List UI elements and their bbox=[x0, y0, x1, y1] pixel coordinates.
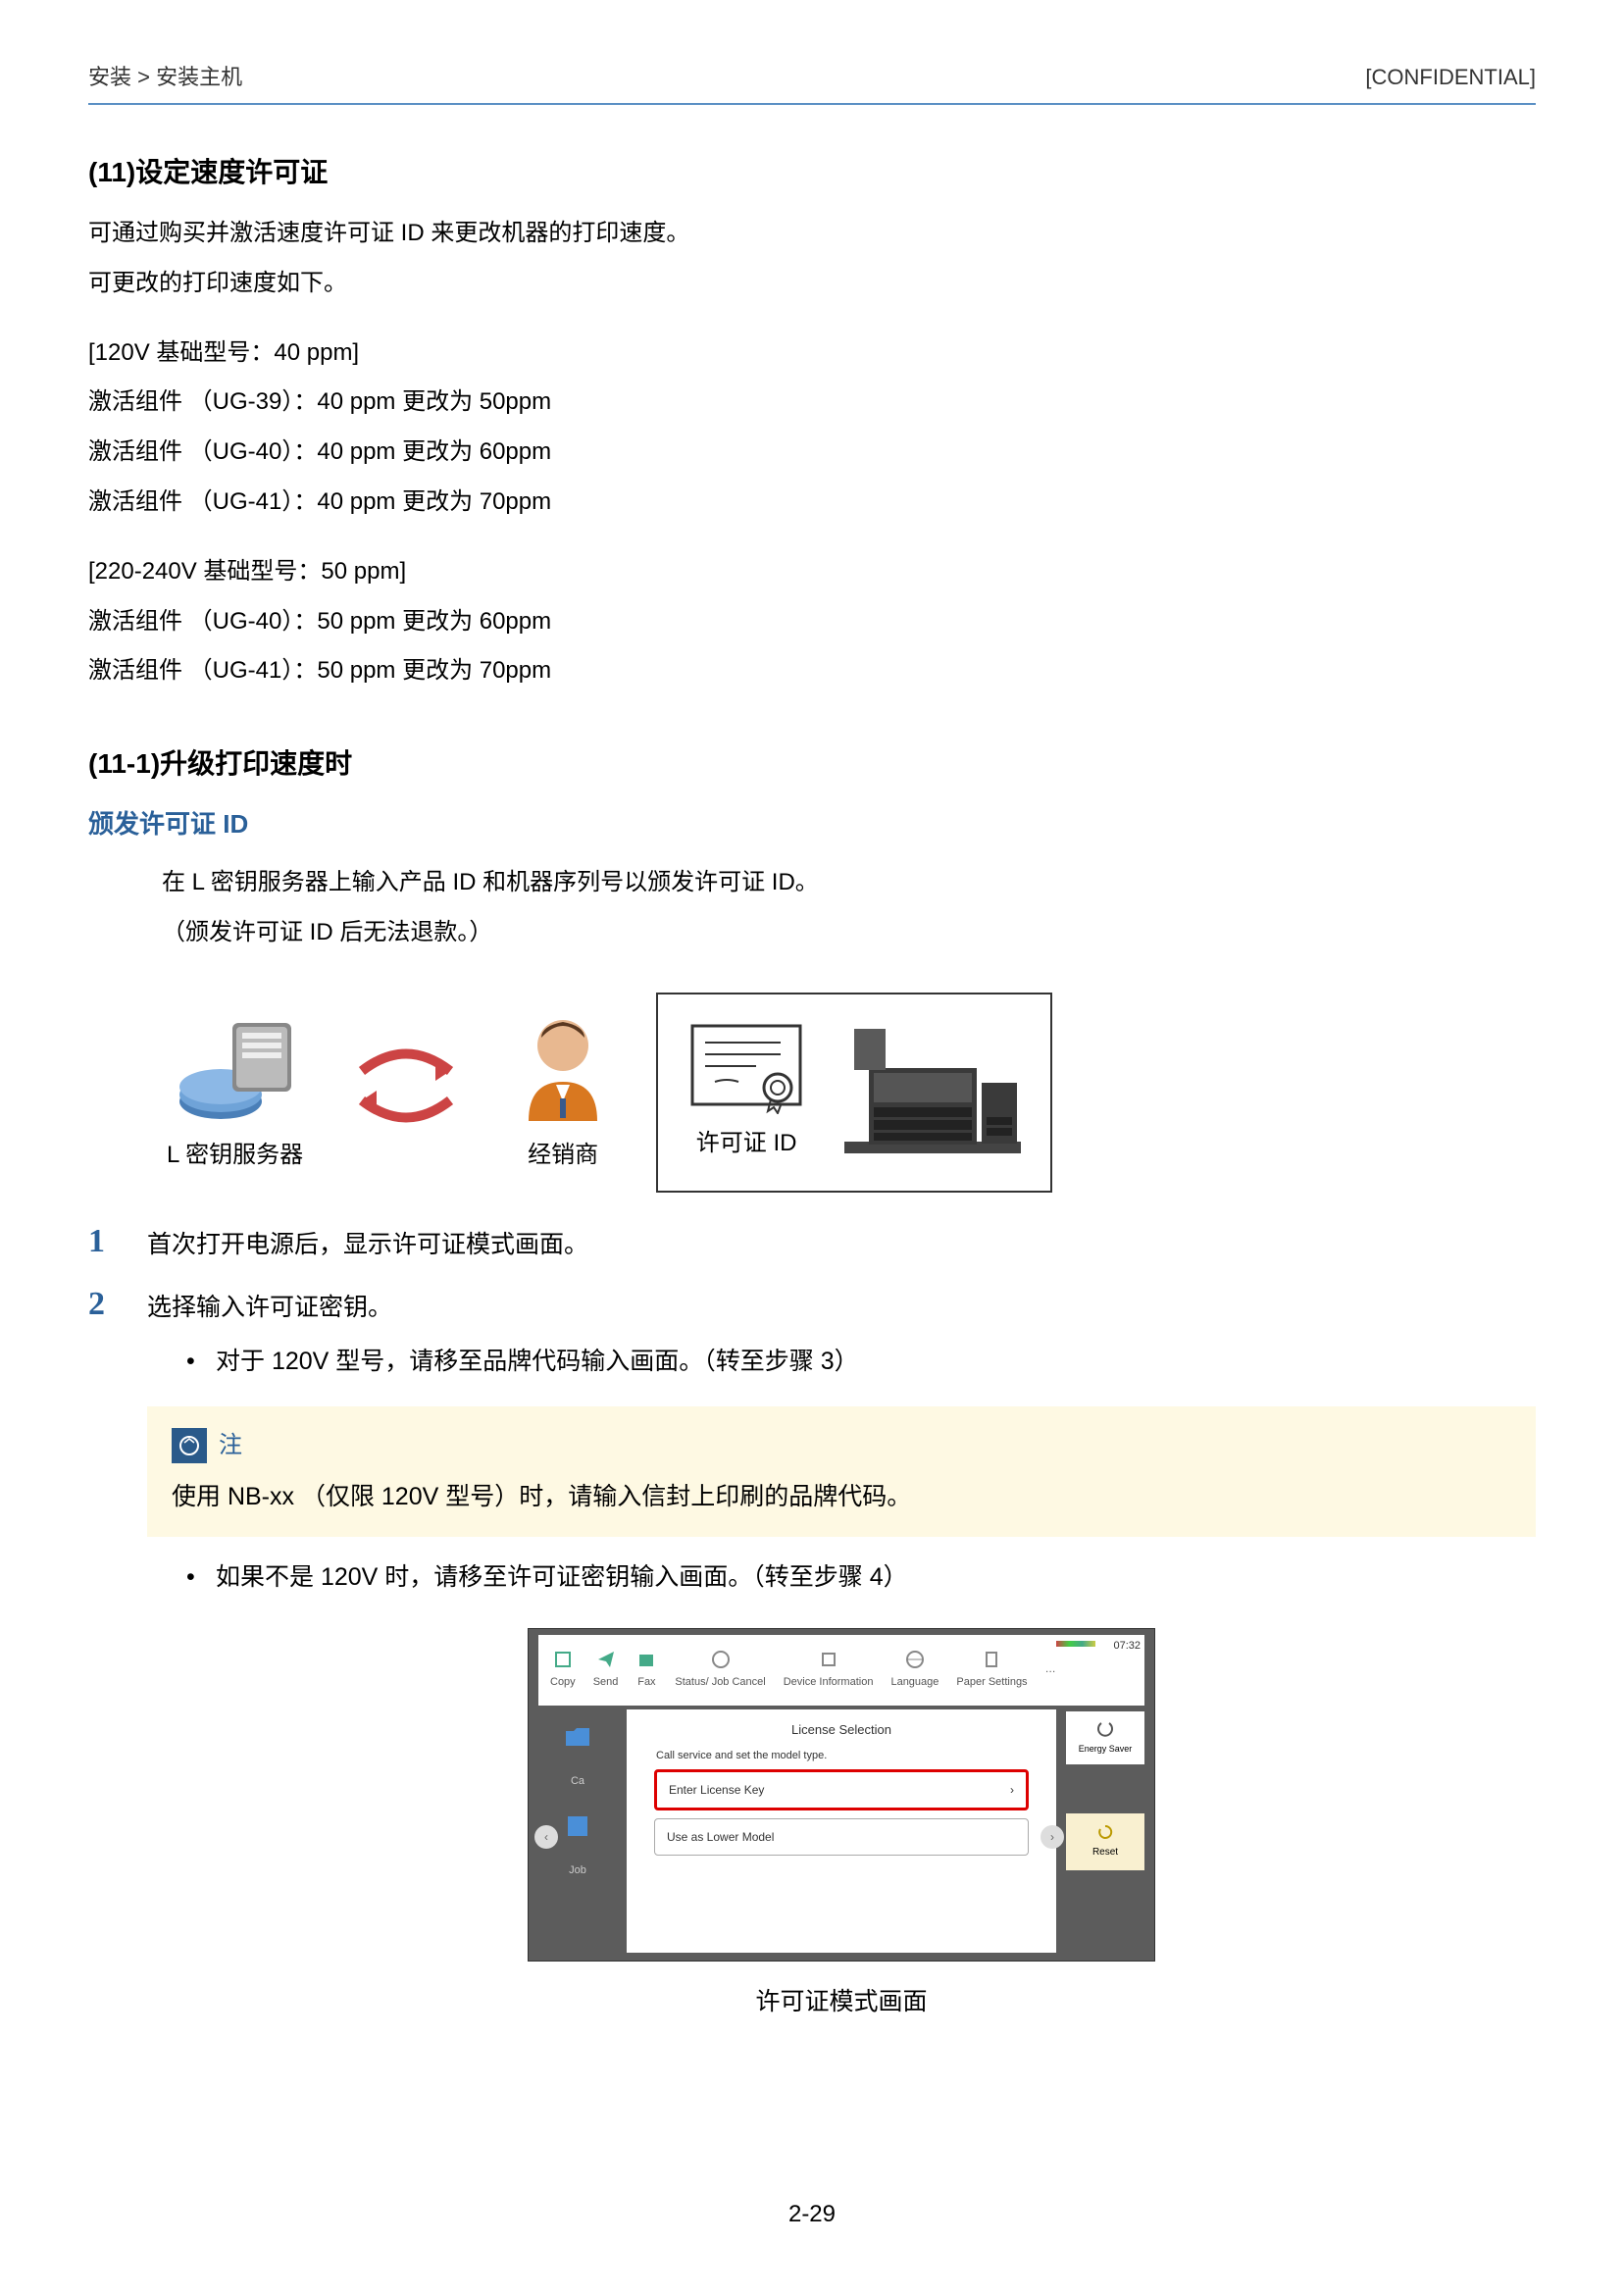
toolbar-more[interactable]: … bbox=[1045, 1660, 1056, 1679]
dealer-label: 经销商 bbox=[528, 1136, 598, 1176]
license-label: 许可证 ID bbox=[696, 1124, 797, 1164]
confidential-label: [CONFIDENTIAL] bbox=[1365, 59, 1536, 95]
toolbar-send[interactable]: Send bbox=[593, 1649, 619, 1692]
indent-block: 在 L 密钥服务器上输入产品 ID 和机器序列号以颁发许可证 ID。 （颁发许可… bbox=[88, 863, 1536, 953]
toolbar-copy[interactable]: Copy bbox=[550, 1649, 576, 1692]
section-11-title: (11)设定速度许可证 bbox=[88, 149, 1536, 196]
job-icon[interactable] bbox=[562, 1810, 593, 1842]
panel-title: License Selection bbox=[627, 1709, 1056, 1747]
license-box: 许可证 ID bbox=[656, 993, 1052, 1193]
section-11-intro-1: 可通过购买并激活速度许可证 ID 来更改机器的打印速度。 bbox=[88, 214, 1536, 254]
printer-icon bbox=[844, 1014, 1021, 1171]
step-2: 2 选择输入许可证密钥。 • 对于 120V 型号，请移至品牌代码输入画面。（转… bbox=[88, 1285, 1536, 2022]
note-box: 注 使用 NB-xx （仅限 120V 型号）时，请输入信封上印刷的品牌代码。 bbox=[147, 1406, 1536, 1537]
bullet-icon: • bbox=[186, 1341, 216, 1383]
group-2-line-1: 激活组件 （UG-41）：50 ppm 更改为 70ppm bbox=[88, 651, 1536, 691]
enter-license-key-button[interactable]: Enter License Key › bbox=[654, 1769, 1029, 1810]
note-label: 注 bbox=[219, 1426, 242, 1466]
chevron-right-icon: › bbox=[1010, 1780, 1014, 1800]
right-sidebar: Energy Saver Reset bbox=[1066, 1711, 1144, 1953]
group-1-line-1: 激活组件 （UG-40）：40 ppm 更改为 60ppm bbox=[88, 433, 1536, 473]
group-1-line-0: 激活组件 （UG-39）：40 ppm 更改为 50ppm bbox=[88, 382, 1536, 423]
step-2-text: 选择输入许可证密钥。 bbox=[147, 1287, 1536, 1329]
screenshot-area: 07:32 Copy Send Fax Status/ Job Cancel D… bbox=[147, 1628, 1536, 2023]
note-icon bbox=[172, 1428, 207, 1463]
toolbar-fax[interactable]: Fax bbox=[635, 1649, 657, 1692]
step-2-bullet-2-text: 如果不是 120V 时，请移至许可证密钥输入画面。（转至步骤 4） bbox=[216, 1556, 908, 1599]
toolbar-paper[interactable]: Paper Settings bbox=[956, 1649, 1027, 1692]
diagram-server: L 密钥服务器 bbox=[167, 1008, 303, 1176]
step-2-bullet-1-text: 对于 120V 型号，请移至品牌代码输入画面。（转至步骤 3） bbox=[216, 1341, 859, 1383]
toolbar-device-info[interactable]: Device Information bbox=[784, 1649, 874, 1692]
energy-saver-button[interactable]: Energy Saver bbox=[1066, 1711, 1144, 1764]
step-1-num: 1 bbox=[88, 1222, 147, 1262]
group-1-header: [120V 基础型号：40 ppm] bbox=[88, 333, 1536, 374]
group-1-line-2: 激活组件 （UG-41）：40 ppm 更改为 70ppm bbox=[88, 483, 1536, 523]
license-mode-screenshot: 07:32 Copy Send Fax Status/ Job Cancel D… bbox=[528, 1628, 1155, 1962]
screenshot-caption: 许可证模式画面 bbox=[755, 1981, 927, 2023]
person-icon bbox=[509, 1008, 617, 1126]
folder-icon[interactable] bbox=[562, 1721, 593, 1753]
license-panel: License Selection Call service and set t… bbox=[627, 1709, 1056, 1953]
arrows-icon bbox=[342, 1032, 470, 1153]
step-2-bullet-1: • 对于 120V 型号，请移至品牌代码输入画面。（转至步骤 3） bbox=[147, 1341, 1536, 1383]
toolbar-language[interactable]: Language bbox=[890, 1649, 939, 1692]
breadcrumb: 安装 > 安装主机 bbox=[88, 59, 242, 95]
side-left-0: Ca bbox=[571, 1772, 584, 1791]
step-2-bullet-2: • 如果不是 120V 时，请移至许可证密钥输入画面。（转至步骤 4） bbox=[147, 1556, 1536, 1599]
page-number: 2-29 bbox=[0, 2195, 1624, 2235]
top-toolbar: Copy Send Fax Status/ Job Cancel Device … bbox=[538, 1635, 1144, 1706]
note-header: 注 bbox=[172, 1426, 1511, 1466]
group-2-header: [220-240V 基础型号：50 ppm] bbox=[88, 552, 1536, 592]
step-2-num: 2 bbox=[88, 1285, 147, 1325]
status-color-bar bbox=[1056, 1641, 1095, 1647]
page-header: 安装 > 安装主机 [CONFIDENTIAL] bbox=[88, 59, 1536, 105]
reset-button[interactable]: Reset bbox=[1066, 1813, 1144, 1870]
diagram-dealer: 经销商 bbox=[509, 1008, 617, 1176]
clock-text: 07:32 bbox=[1113, 1637, 1141, 1656]
indent-line-2: （颁发许可证 ID 后无法退款。） bbox=[162, 913, 1536, 953]
bullet-icon: • bbox=[186, 1556, 216, 1599]
certificate-icon bbox=[687, 1021, 805, 1114]
issue-license-heading: 颁发许可证 ID bbox=[88, 802, 1536, 845]
note-text: 使用 NB-xx （仅限 120V 型号）时，请输入信封上印刷的品牌代码。 bbox=[172, 1476, 1511, 1518]
use-lower-model-button[interactable]: Use as Lower Model bbox=[654, 1818, 1029, 1856]
step-1-text: 首次打开电源后，显示许可证模式画面。 bbox=[147, 1222, 1536, 1266]
section-11-1-title: (11-1)升级打印速度时 bbox=[88, 740, 1536, 788]
toolbar-status[interactable]: Status/ Job Cancel bbox=[675, 1649, 765, 1692]
server-label: L 密钥服务器 bbox=[167, 1136, 303, 1176]
panel-subtitle: Call service and set the model type. bbox=[627, 1747, 1056, 1765]
diagram-row: L 密钥服务器 经销商 bbox=[88, 993, 1536, 1193]
nav-left-button[interactable]: ‹ bbox=[534, 1825, 558, 1849]
nav-right-button[interactable]: › bbox=[1040, 1825, 1064, 1849]
server-icon bbox=[172, 1008, 299, 1126]
group-2-line-0: 激活组件 （UG-40）：50 ppm 更改为 60ppm bbox=[88, 602, 1536, 642]
step-2-content: 选择输入许可证密钥。 • 对于 120V 型号，请移至品牌代码输入画面。（转至步… bbox=[147, 1285, 1536, 2022]
side-left-1: Job bbox=[569, 1861, 586, 1880]
section-11-intro-2: 可更改的打印速度如下。 bbox=[88, 264, 1536, 304]
step-1: 1 首次打开电源后，显示许可证模式画面。 bbox=[88, 1222, 1536, 1266]
indent-line-1: 在 L 密钥服务器上输入产品 ID 和机器序列号以颁发许可证 ID。 bbox=[162, 863, 1536, 903]
